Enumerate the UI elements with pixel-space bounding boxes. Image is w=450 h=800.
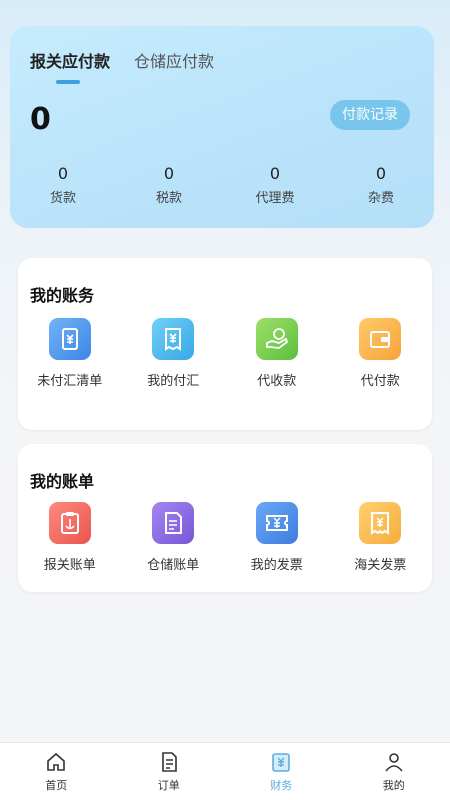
- active-tab-indicator: [56, 80, 80, 84]
- payable-summary-card: 报关应付款 仓储应付款 0 付款记录 0 货款 0 税款 0 代理费 0 杂费: [10, 26, 434, 228]
- stat-value: 0: [375, 164, 387, 183]
- invoice-yuan-icon: [359, 502, 402, 544]
- item-label: 我的付汇: [147, 374, 200, 389]
- item-label: 代收款: [257, 374, 297, 389]
- bills-grid: 报关账单 仓储账单 我的发票 海关发票: [18, 502, 432, 573]
- tab-orders[interactable]: 订单: [113, 743, 226, 800]
- customs-invoice-item[interactable]: 海关发票: [329, 502, 433, 573]
- payable-stats: 0 货款 0 税款 0 代理费 0 杂费: [10, 164, 434, 206]
- section-title: 我的账务: [30, 286, 95, 305]
- receipt-yuan-icon: [152, 318, 195, 360]
- stat-label: 杂费: [367, 191, 394, 206]
- tab-label: 我的: [382, 779, 405, 792]
- item-label: 我的发票: [250, 558, 303, 573]
- item-label: 报关账单: [43, 558, 96, 573]
- stat-value: 0: [57, 164, 69, 183]
- finance-icon: [272, 753, 291, 772]
- home-icon: [47, 752, 66, 771]
- payment-on-behalf-item[interactable]: 代付款: [329, 318, 433, 389]
- my-exchange-item[interactable]: 我的付汇: [122, 318, 226, 389]
- item-label: 未付汇清单: [37, 374, 103, 389]
- collection-item[interactable]: 代收款: [225, 318, 329, 389]
- item-label: 代付款: [360, 374, 400, 389]
- tab-label: 财务: [270, 779, 293, 792]
- payment-record-button[interactable]: 付款记录: [330, 100, 410, 130]
- tab-label: 首页: [45, 779, 68, 792]
- clipboard-anchor-icon: [48, 502, 91, 544]
- stat-label: 货款: [49, 191, 76, 206]
- item-label: 海关发票: [354, 558, 407, 573]
- wallet-icon: [359, 318, 402, 360]
- customs-bill-item[interactable]: 报关账单: [18, 502, 122, 573]
- tab-label: 订单: [157, 779, 180, 792]
- stat-misc-fee[interactable]: 0 杂费: [328, 164, 434, 206]
- warehouse-bill-item[interactable]: 仓储账单: [122, 502, 226, 573]
- section-title: 我的账单: [30, 472, 95, 491]
- unpaid-exchange-list-item[interactable]: 未付汇清单: [18, 318, 122, 389]
- my-invoice-item[interactable]: 我的发票: [225, 502, 329, 573]
- tab-customs-payable[interactable]: 报关应付款: [30, 48, 110, 72]
- stat-agency-fee[interactable]: 0 代理费: [222, 164, 328, 206]
- order-icon: [161, 752, 177, 772]
- my-accounts-section: 我的账务 未付汇清单 我的付汇 代收款 代付款: [18, 258, 432, 430]
- user-icon: [385, 753, 403, 772]
- item-label: 仓储账单: [147, 558, 200, 573]
- tab-finance[interactable]: 财务: [225, 743, 338, 800]
- tab-mine[interactable]: 我的: [338, 743, 450, 800]
- tab-warehouse-payable[interactable]: 仓储应付款: [134, 48, 214, 72]
- stat-value: 0: [269, 164, 281, 183]
- stat-value: 0: [163, 164, 175, 183]
- stat-label: 税款: [155, 191, 182, 206]
- payable-tabs: 报关应付款 仓储应付款: [30, 48, 214, 72]
- bottom-tab-bar: 首页 订单 财务 我的: [0, 742, 450, 800]
- scroll-yuan-icon: [48, 318, 91, 360]
- accounts-grid: 未付汇清单 我的付汇 代收款 代付款: [18, 318, 432, 389]
- stat-label: 代理费: [255, 191, 295, 206]
- stat-goods[interactable]: 0 货款: [10, 164, 116, 206]
- total-payable-amount: 0: [30, 102, 51, 137]
- ticket-yuan-icon: [255, 502, 298, 544]
- document-icon: [152, 502, 195, 544]
- my-bills-section: 我的账单 报关账单 仓储账单 我的发票 海关发票: [18, 444, 432, 592]
- tab-home[interactable]: 首页: [0, 743, 113, 800]
- hand-coin-icon: [255, 318, 298, 360]
- stat-tax[interactable]: 0 税款: [116, 164, 222, 206]
